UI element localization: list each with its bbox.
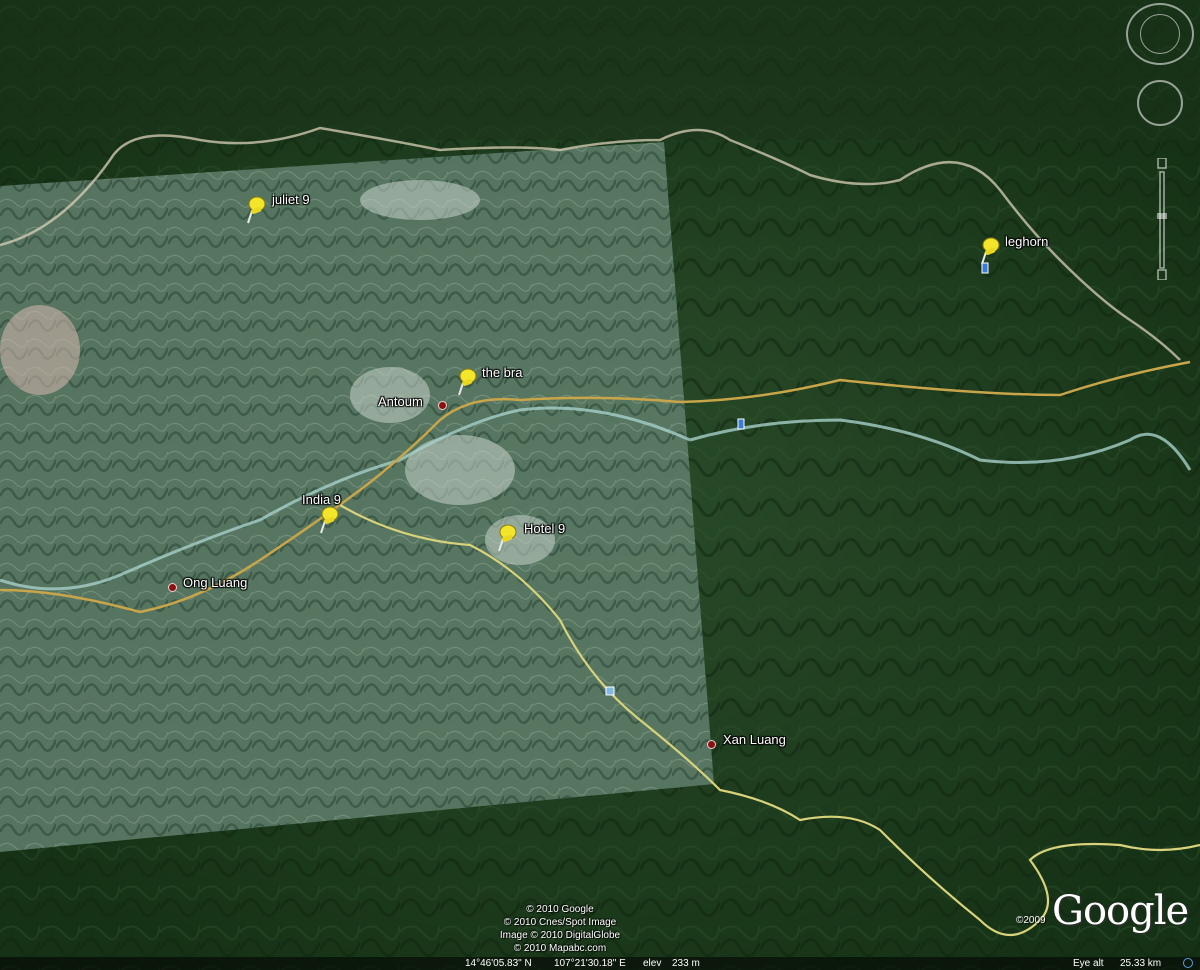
placemark-label: the bra [482,365,523,380]
pushpin-icon[interactable] [495,523,517,553]
placemark-label: India 9 [302,492,342,507]
imagery-attribution: © 2010 Google © 2010 Cnes/Spot Image Ima… [480,903,640,955]
attribution-line: Image © 2010 DigitalGlobe [499,930,621,941]
place-label: Xan Luang [723,732,786,747]
attribution-line: © 2010 Mapabc.com [513,943,607,954]
place-dot-icon[interactable] [168,583,177,592]
place-dot-icon[interactable] [438,401,447,410]
look-joystick-icon[interactable] [1137,80,1183,126]
pushpin-icon[interactable] [317,505,339,535]
top-dark-band [0,0,1200,140]
attribution-line: © 2010 Google [526,904,594,915]
elevation-label: elev [643,958,662,969]
longitude-readout: 107°21'30.18" E [554,958,626,969]
hiker-icon[interactable] [981,262,989,274]
latitude-readout: 14°46'05.83" N [465,958,532,969]
google-logo: Google [1052,888,1189,934]
zoom-slider-icon[interactable] [1157,158,1167,280]
placemark-label: juliet 9 [272,192,310,207]
streaming-indicator-icon [1183,958,1193,968]
hiker-icon[interactable] [737,418,745,430]
place-label: Ong Luang [183,575,248,590]
attribution-line: © 2010 Cnes/Spot Image [503,917,617,928]
eye-alt-readout: 25.33 km [1120,958,1162,969]
status-bar: 14°46'05.83" N 107°21'30.18" E elev 233 … [0,957,1200,970]
imagery-tile-texture [0,142,714,852]
place-label: Antoum [378,394,423,409]
elevation-readout: 233 m [672,958,700,969]
place-dot-icon[interactable] [707,740,716,749]
navigation-compass-inner [1140,14,1180,54]
hiker-icon[interactable] [605,686,615,696]
satellite-map[interactable] [0,0,1200,970]
eye-alt-label: Eye alt [1073,958,1104,969]
placemark-label: leghorn [1005,234,1049,249]
logo-copyright: ©2009 [1016,915,1046,926]
placemark-label: Hotel 9 [524,521,566,536]
pushpin-icon[interactable] [244,195,266,225]
pushpin-icon[interactable] [455,367,477,397]
